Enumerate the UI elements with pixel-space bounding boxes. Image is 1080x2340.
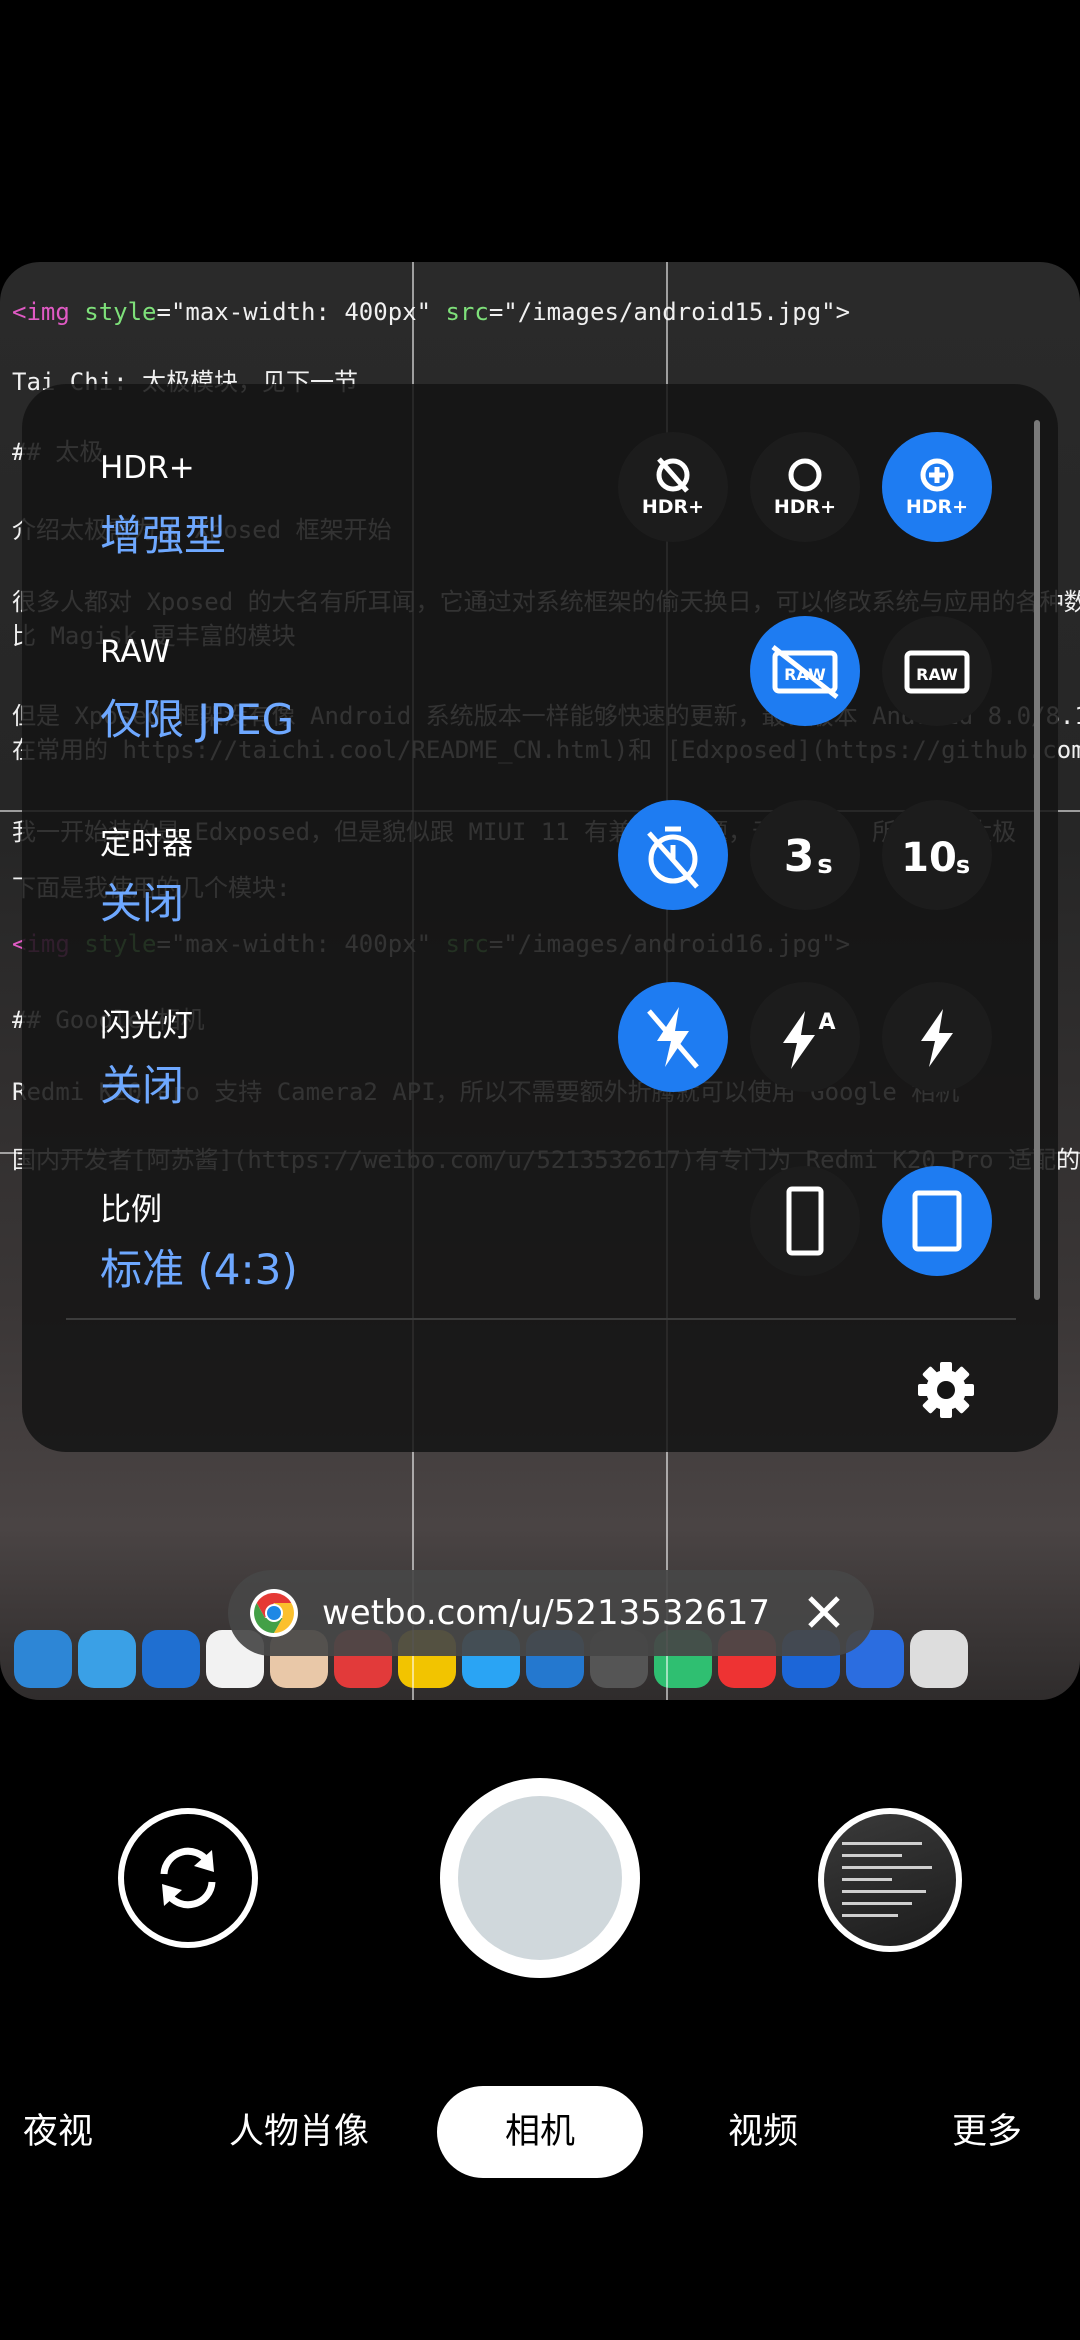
mode-video[interactable]: 视频 xyxy=(708,2086,818,2178)
chrome-icon xyxy=(250,1589,298,1637)
ratio-standard-icon xyxy=(912,1190,962,1252)
svg-text:RAW: RAW xyxy=(916,665,958,684)
preview-code-token: src xyxy=(445,298,489,326)
setting-timer: 定时器 关闭 3 s 10 s xyxy=(22,800,1058,968)
preview-code-line: <img style="max-width: 400px" src="/imag… xyxy=(12,298,850,326)
hdr-off-icon: HDR+ xyxy=(642,457,704,518)
preview-code-token: style xyxy=(84,298,157,326)
raw-icon: RAW xyxy=(904,650,970,694)
setting-title: 比例 xyxy=(100,1192,162,1228)
close-icon[interactable] xyxy=(798,1586,850,1638)
flash-on-icon xyxy=(921,1009,953,1067)
svg-text:A: A xyxy=(818,1010,835,1035)
setting-hdr: HDR+ 增强型 HDR+ HDR+ HDR+ xyxy=(22,432,1058,600)
timer-10s-button[interactable]: 10 s xyxy=(882,800,992,910)
setting-value: 关闭 xyxy=(100,879,185,928)
preview-code-token: ="max-width: 400px" xyxy=(156,298,446,326)
raw-jpeg-button[interactable]: RAW xyxy=(882,616,992,726)
flash-auto-button[interactable]: A xyxy=(750,982,860,1092)
setting-flash: 闪光灯 关闭 A xyxy=(22,982,1058,1150)
gear-icon xyxy=(918,1362,974,1418)
settings-gear-button[interactable] xyxy=(910,1354,982,1426)
mode-camera[interactable]: 相机 xyxy=(437,2086,643,2178)
hdr-on-icon: HDR+ xyxy=(774,458,836,518)
link-suggestion-chip[interactable]: wetbo.com/u/5213532617 xyxy=(228,1570,874,1656)
svg-text:10: 10 xyxy=(901,835,957,881)
hdr-on-button[interactable]: HDR+ xyxy=(750,432,860,542)
flash-off-button[interactable] xyxy=(618,982,728,1092)
last-photo-thumbnail[interactable] xyxy=(818,1808,962,1952)
timer-10s-icon: 10 s xyxy=(901,835,970,881)
mode-night[interactable]: 夜视 xyxy=(0,2086,116,2178)
setting-title: 定时器 xyxy=(100,826,193,862)
setting-title: RAW xyxy=(100,634,171,670)
mode-more[interactable]: 更多 xyxy=(932,2086,1042,2178)
shutter-button[interactable] xyxy=(440,1778,640,1978)
svg-text:HDR+: HDR+ xyxy=(906,496,968,518)
hdr-enhanced-button[interactable]: HDR+ xyxy=(882,432,992,542)
setting-raw: RAW 仅限 JPEG RAW RAW xyxy=(22,616,1058,784)
hdr-off-button[interactable]: HDR+ xyxy=(618,432,728,542)
timer-3s-button[interactable]: 3 s xyxy=(750,800,860,910)
mode-selector: 夜视 人物肖像 相机 视频 更多 xyxy=(0,2086,1080,2178)
timer-off-button[interactable] xyxy=(618,800,728,910)
quick-settings-panel: HDR+ 增强型 HDR+ HDR+ HDR+ RAW 仅限 JPEG RAW … xyxy=(22,384,1058,1452)
svg-text:HDR+: HDR+ xyxy=(642,496,704,518)
preview-code-token: ="/images/android15.jpg"> xyxy=(488,298,851,326)
ratio-standard-button[interactable] xyxy=(882,1166,992,1276)
setting-title: HDR+ xyxy=(100,450,195,486)
preview-code-token: <img xyxy=(12,298,85,326)
setting-value: 关闭 xyxy=(100,1061,185,1110)
setting-value: 仅限 JPEG xyxy=(100,695,295,744)
panel-divider xyxy=(66,1318,1016,1320)
switch-camera-button[interactable] xyxy=(118,1808,258,1948)
svg-text:HDR+: HDR+ xyxy=(774,496,836,518)
shutter-inner xyxy=(458,1796,622,1960)
chip-url: wetbo.com/u/5213532617 xyxy=(322,1593,771,1633)
flash-off-icon xyxy=(647,1007,699,1069)
setting-title: 闪光灯 xyxy=(100,1008,193,1044)
raw-off-button[interactable]: RAW xyxy=(750,616,860,726)
mode-portrait[interactable]: 人物肖像 xyxy=(204,2086,394,2178)
flash-auto-icon: A xyxy=(783,1010,836,1069)
switch-camera-icon xyxy=(160,1847,216,1909)
ratio-full-button[interactable] xyxy=(750,1166,860,1276)
raw-off-icon: RAW xyxy=(771,645,839,699)
setting-value: 增强型 xyxy=(100,511,227,560)
timer-off-icon xyxy=(647,826,699,889)
svg-text:s: s xyxy=(817,850,832,880)
setting-ratio: 比例 标准 (4:3) xyxy=(22,1166,1058,1334)
svg-text:s: s xyxy=(956,851,970,879)
setting-value: 标准 (4:3) xyxy=(100,1245,298,1294)
flash-on-button[interactable] xyxy=(882,982,992,1092)
hdr-enhanced-icon: HDR+ xyxy=(906,458,968,518)
svg-text:3: 3 xyxy=(784,831,815,882)
timer-3s-icon: 3 s xyxy=(784,831,833,882)
ratio-full-icon xyxy=(786,1186,824,1256)
